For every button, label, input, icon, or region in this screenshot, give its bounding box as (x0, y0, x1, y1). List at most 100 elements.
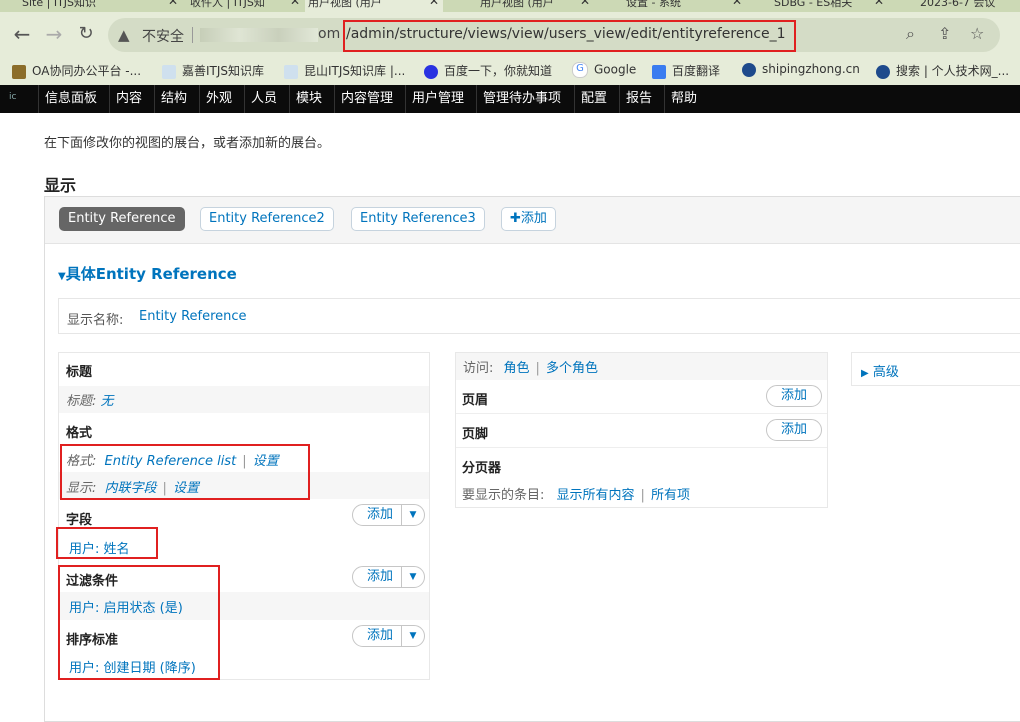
title-value-link[interactable]: 无 (101, 394, 114, 409)
reload-icon[interactable]: ↻ (74, 22, 98, 46)
browser-tab-active[interactable]: 用户视图 (用户 ✕ (305, 0, 443, 12)
pager-items-link[interactable]: 显示所有内容 (557, 488, 635, 503)
tab-entity-reference[interactable]: Entity Reference (59, 207, 185, 231)
site-logo-icon[interactable]: ic (9, 92, 29, 104)
url-host: om (318, 26, 341, 42)
add-sort-button[interactable]: 添加 ▼ (352, 625, 425, 647)
pager-row: 要显示的条目: 显示所有内容 | 所有项 (456, 480, 827, 506)
title-section: 标题 (59, 353, 429, 386)
browser-tab[interactable]: SDBG - ES相关 ✕ (774, 0, 884, 12)
url-highlight-box (343, 20, 796, 52)
translate-icon (652, 64, 666, 79)
pager-heading: 分页器 (462, 461, 502, 476)
add-filter-button[interactable]: 添加 ▼ (352, 566, 425, 588)
bookmark-item[interactable]: 搜索 | 个人技术网_... (876, 62, 1009, 79)
drupal-icon (876, 64, 890, 79)
menu-item-content[interactable]: 内容 (109, 85, 148, 113)
tab-close-icon[interactable]: ✕ (290, 0, 300, 8)
add-footer-button[interactable]: 添加 (766, 419, 822, 441)
title-heading: 标题 (66, 365, 93, 380)
admin-menu-bar: ic 信息面板 内容 结构 外观 人员 模块 内容管理 用户管理 管理待办事项 … (0, 85, 1020, 113)
bookmark-item[interactable]: 昆山ITJS知识库 |... (284, 62, 405, 79)
tab-close-icon[interactable]: ✕ (732, 0, 742, 8)
format-highlight-box (60, 444, 310, 500)
field-highlight-box (56, 527, 158, 559)
pager-section: 分页器 (456, 448, 827, 480)
details-toggle[interactable]: ▼具体Entity Reference (58, 263, 237, 284)
menu-item-help[interactable]: 帮助 (664, 85, 703, 113)
share-icon[interactable]: ⇪ (938, 24, 951, 43)
add-field-button[interactable]: 添加 ▼ (352, 504, 425, 526)
pager-label: 要显示的条目: (462, 488, 545, 503)
menu-item-reports[interactable]: 报告 (619, 85, 658, 113)
filter-sort-highlight-box (58, 565, 220, 680)
pager-all-link[interactable]: 所有项 (651, 488, 690, 503)
browser-tab[interactable]: 用户视图 (用户 ✕ (480, 0, 590, 12)
browser-tab[interactable]: 收件人 | ITJS知 ✕ (190, 0, 300, 12)
google-icon: G (572, 62, 588, 78)
menu-item-people[interactable]: 人员 (244, 85, 283, 113)
intro-text: 在下面修改你的视图的展台，或者添加新的展台。 (44, 136, 331, 151)
display-tabs-bar: Entity Reference Entity Reference2 Entit… (45, 197, 1020, 244)
tab-close-icon[interactable]: ✕ (429, 0, 439, 8)
menu-item-dashboard[interactable]: 信息面板 (38, 85, 103, 113)
tab-close-icon[interactable]: ✕ (580, 0, 590, 8)
separator: | (535, 361, 540, 376)
display-heading: 显示 (44, 176, 77, 195)
tab-close-icon[interactable]: ✕ (140, 0, 178, 12)
bookmark-item[interactable]: 百度翻译 (652, 62, 720, 79)
format-section: 格式 (59, 413, 429, 446)
back-arrow-icon[interactable]: ← (10, 22, 34, 46)
menu-item-appearance[interactable]: 外观 (199, 85, 238, 113)
title-row: 标题: 无 (59, 386, 429, 413)
caret-down-icon: ▼ (58, 271, 66, 282)
fields-heading: 字段 (66, 513, 93, 528)
dropdown-arrow-icon[interactable]: ▼ (401, 626, 424, 646)
header-section: 页眉 添加 (456, 380, 827, 414)
bookmark-item[interactable]: G Google (572, 62, 636, 78)
menu-item-config[interactable]: 配置 (574, 85, 613, 113)
menu-item-modules[interactable]: 模块 (289, 85, 328, 113)
menu-item-todo[interactable]: 管理待办事项 (476, 85, 567, 113)
tab-entity-reference2[interactable]: Entity Reference2 (200, 207, 334, 231)
divider (192, 27, 193, 43)
advanced-toggle[interactable]: ▶ 高级 (861, 361, 899, 380)
zoom-icon[interactable]: ⌕ (906, 24, 915, 44)
blurred-host (200, 28, 318, 42)
warning-icon: ▲ (118, 26, 130, 44)
bookmark-icon (12, 64, 26, 79)
access-roles-link[interactable]: 角色 (504, 361, 530, 376)
dropdown-arrow-icon[interactable]: ▼ (401, 567, 424, 587)
bookmark-item[interactable]: 嘉善ITJS知识库 (162, 62, 264, 79)
bookmark-item[interactable]: OA协同办公平台 -... (12, 62, 141, 79)
menu-item-user-admin[interactable]: 用户管理 (405, 85, 470, 113)
bookmark-item[interactable]: shipingzhong.cn (742, 62, 860, 77)
drupal-icon (742, 62, 756, 77)
bookmark-item[interactable]: 百度一下，你就知道 (424, 62, 552, 79)
display-name-label: 显示名称: (67, 313, 124, 328)
plus-icon: ✚ (510, 211, 521, 226)
menu-item-structure[interactable]: 结构 (154, 85, 193, 113)
browser-tab-strip: Site | ITJS知识 ✕ 收件人 | ITJS知 ✕ 用户视图 (用户 ✕ 用… (0, 0, 1020, 12)
access-row: 访问: 角色 | 多个角色 (456, 353, 827, 380)
bookmarks-bar: OA协同办公平台 -... 嘉善ITJS知识库 昆山ITJS知识库 |... 百… (0, 56, 1020, 85)
star-icon[interactable]: ☆ (970, 24, 984, 43)
browser-tab[interactable]: Site | ITJS知识 (22, 0, 130, 12)
access-multi-roles-link[interactable]: 多个角色 (546, 361, 598, 376)
display-name-link[interactable]: Entity Reference (139, 309, 247, 324)
dropdown-arrow-icon[interactable]: ▼ (401, 505, 424, 525)
browser-tab[interactable]: 2023-6-7 会议 (920, 0, 1020, 12)
separator: | (640, 488, 645, 503)
tab-entity-reference3[interactable]: Entity Reference3 (351, 207, 485, 231)
caret-right-icon: ▶ (861, 368, 869, 379)
title-label: 标题: (66, 394, 97, 409)
access-label: 访问: (463, 361, 494, 376)
tab-close-icon[interactable]: ✕ (874, 0, 884, 8)
add-display-button[interactable]: ✚添加 (501, 207, 556, 231)
menu-item-content-admin[interactable]: 内容管理 (334, 85, 399, 113)
baidu-icon (424, 64, 438, 79)
format-heading: 格式 (66, 426, 93, 441)
add-header-button[interactable]: 添加 (766, 385, 822, 407)
browser-tab[interactable]: 设置 - 系统 ✕ (626, 0, 742, 12)
forward-arrow-icon[interactable]: → (42, 22, 66, 46)
